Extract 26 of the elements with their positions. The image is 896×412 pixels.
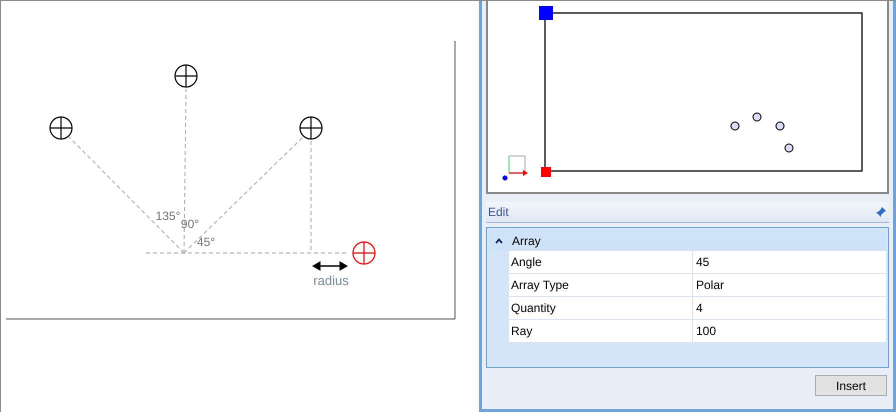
- crosshair-circle-icon: [49, 116, 73, 140]
- pin-icon[interactable]: [875, 206, 887, 218]
- crosshair-circle-icon: [352, 241, 376, 265]
- point-marker: [784, 144, 794, 152]
- angle-label: 90°: [180, 217, 200, 231]
- insert-button[interactable]: Insert: [815, 375, 887, 396]
- angle-label: 45°: [196, 235, 216, 249]
- radius-label: radius: [313, 273, 349, 288]
- point-marker: [730, 122, 740, 130]
- group-label: Array: [512, 232, 541, 250]
- point-marker: [752, 112, 762, 122]
- property-value[interactable]: 45: [693, 251, 886, 273]
- panel-title: Edit: [488, 204, 509, 221]
- property-name: Angle: [509, 251, 693, 273]
- property-value[interactable]: 4: [693, 297, 886, 319]
- property-name: Quantity: [509, 297, 693, 319]
- crosshair-circle-icon: [299, 116, 323, 140]
- crosshair-circle-icon: [174, 64, 198, 88]
- axis-icon: [502, 156, 528, 180]
- point-marker: [776, 122, 784, 130]
- property-name: Ray: [509, 320, 693, 342]
- angle-label: 135°: [156, 209, 180, 223]
- property-value[interactable]: 100: [693, 320, 886, 342]
- double-arrow-icon: [312, 261, 348, 271]
- property-name: Array Type: [509, 274, 693, 296]
- property-value[interactable]: Polar: [693, 274, 886, 296]
